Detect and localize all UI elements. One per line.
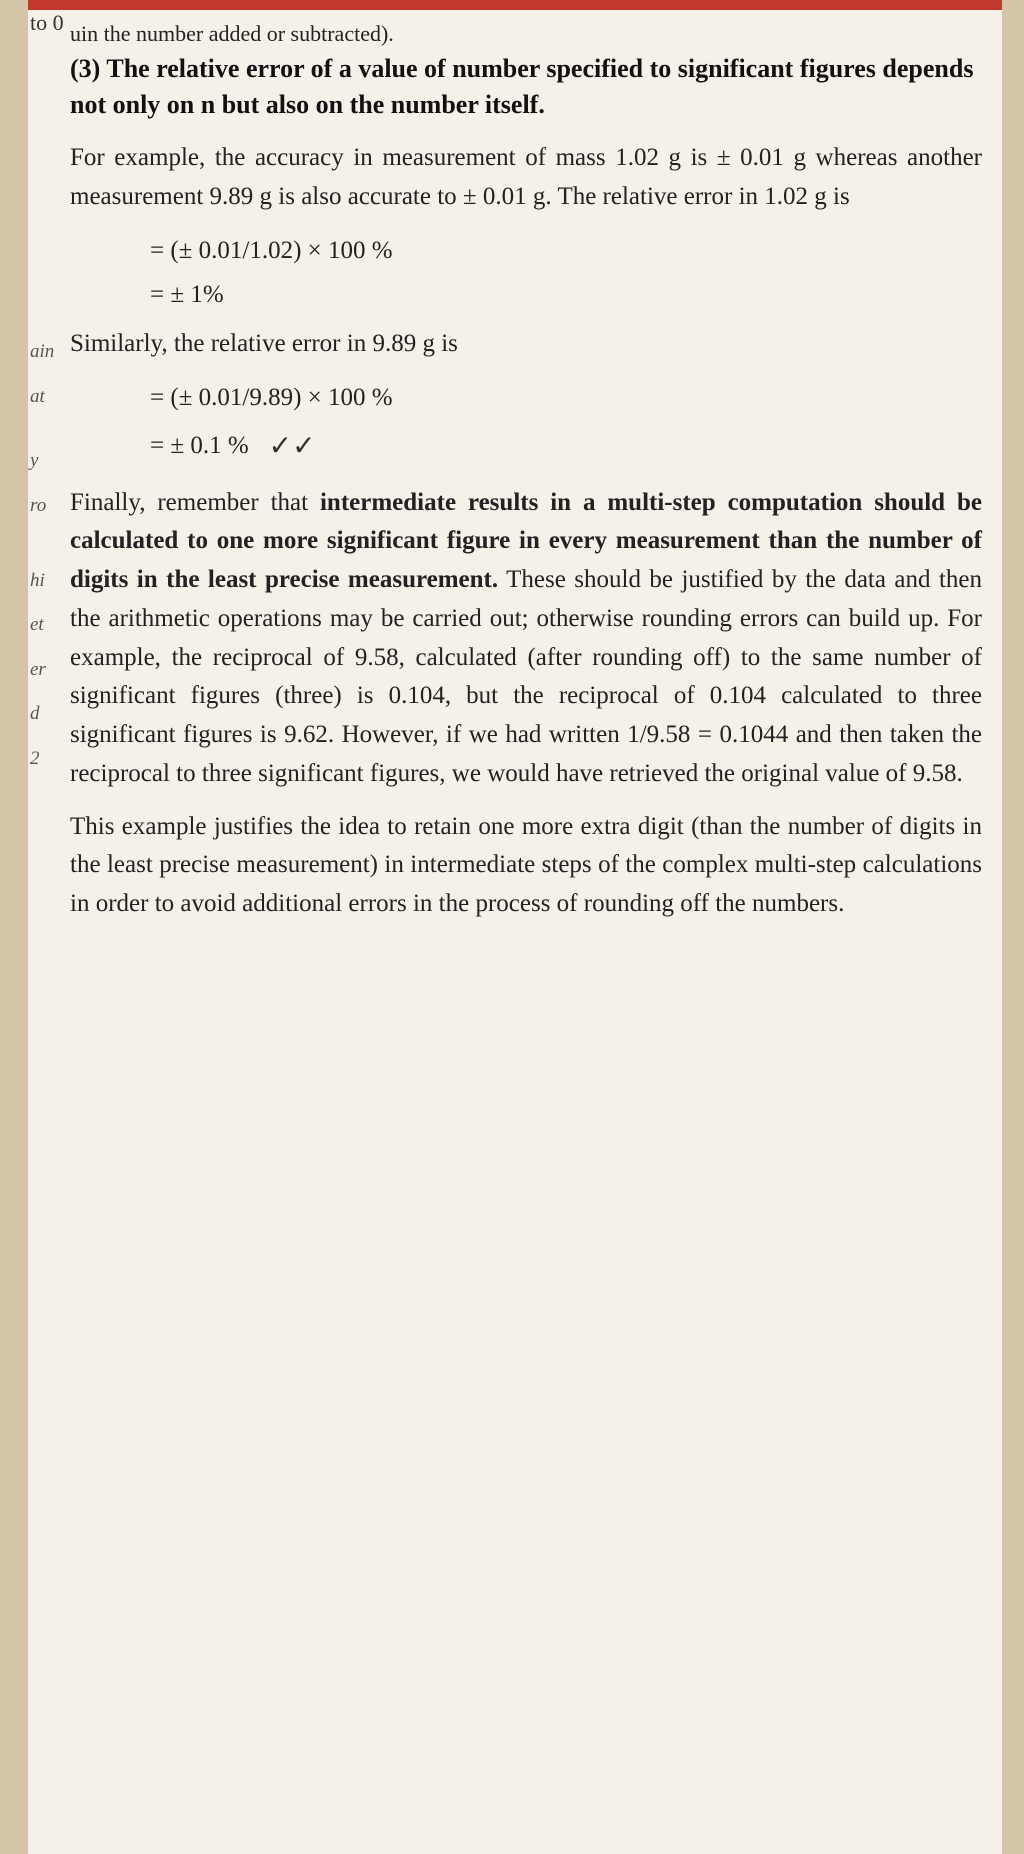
margin-label-7: er xyxy=(30,648,54,693)
top-left-corner: to 0 xyxy=(30,10,64,36)
content-area: uin the number added or subtracted). (3)… xyxy=(60,10,1002,978)
para3-text-after: These should be justified by the data an… xyxy=(70,566,982,787)
top-bar xyxy=(0,0,1024,10)
corner-text-1: to 0 xyxy=(30,10,64,35)
paragraph-2: Similarly, the relative error in 9.89 g … xyxy=(70,325,982,364)
math-block-1b: = ± 1% xyxy=(150,275,982,315)
margin-label-6: et xyxy=(30,603,54,648)
margin-label-3: y xyxy=(30,439,54,484)
section-heading: (3) The relative error of a value of num… xyxy=(70,51,982,124)
margin-label-9: 2 xyxy=(30,737,54,782)
paragraph-1: For example, the accuracy in measurement… xyxy=(70,139,982,217)
math-block-2b: = ± 0.1 % xyxy=(150,426,249,466)
right-tab xyxy=(1002,0,1024,1854)
left-margin-labels: ain at y ro hi et er d 2 xyxy=(30,330,54,782)
math-block-2a: = (± 0.01/9.89) × 100 % xyxy=(150,378,982,418)
left-tab xyxy=(0,0,28,1854)
margin-label-1: ain xyxy=(30,330,54,375)
margin-label-5: hi xyxy=(30,559,54,604)
checkmark-icon: ✓✓ xyxy=(269,429,316,463)
page-container: ain at y ro hi et er d 2 to 0 uin the nu… xyxy=(0,0,1024,1854)
paragraph-4: This example justifies the idea to retai… xyxy=(70,808,982,924)
math-block-1a: = (± 0.01/1.02) × 100 % xyxy=(150,231,982,271)
paragraph-3: Finally, remember that intermediate resu… xyxy=(70,484,982,794)
margin-label-2: at xyxy=(30,375,54,420)
para3-text-before: Finally, remember that xyxy=(70,489,320,516)
margin-label-4: ro xyxy=(30,484,54,529)
para2-text: Similarly, the relative error in 9.89 g … xyxy=(70,330,458,357)
para1-text: For example, the accuracy in measurement… xyxy=(70,144,982,210)
top-note: uin the number added or subtracted). xyxy=(70,20,982,49)
math-block-2b-row: = ± 0.1 % ✓✓ xyxy=(150,422,982,470)
margin-label-8: d xyxy=(30,692,54,737)
